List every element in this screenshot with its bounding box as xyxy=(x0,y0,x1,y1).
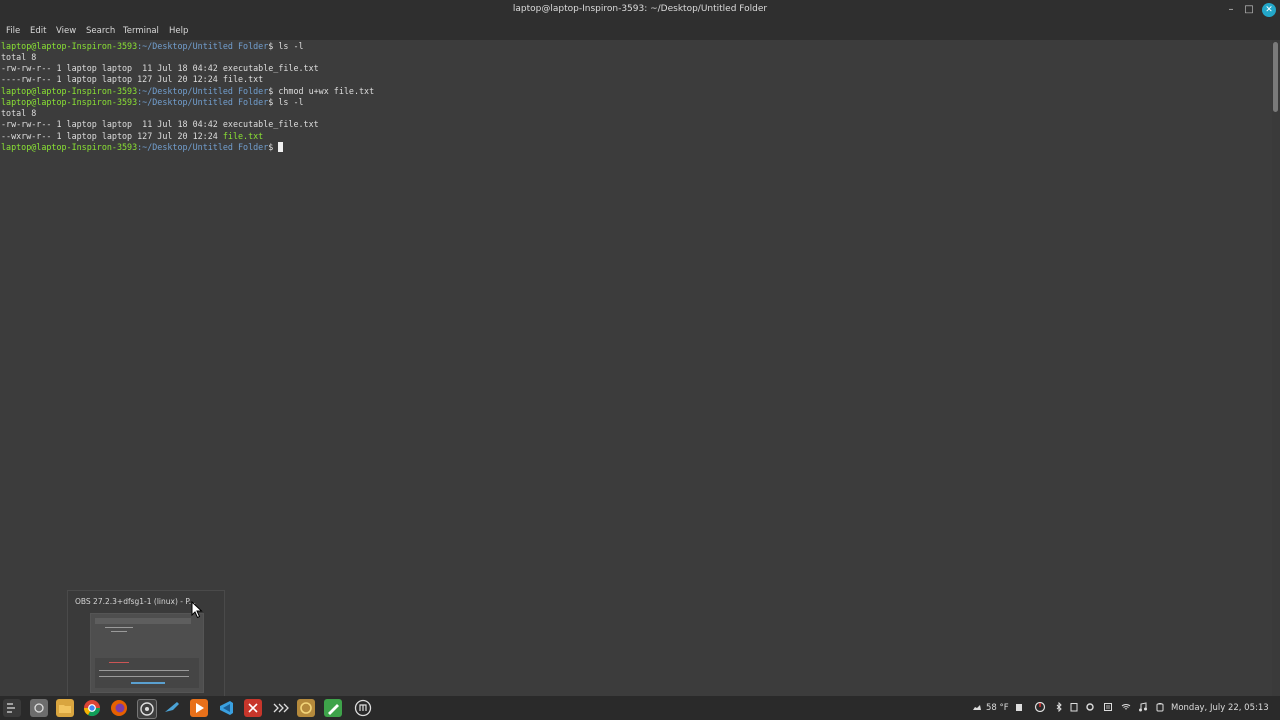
terminal-line: laptop@laptop-Inspiron-3593:~/Desktop/Un… xyxy=(1,142,284,153)
terminal-line: laptop@laptop-Inspiron-3593:~/Desktop/Un… xyxy=(1,97,304,107)
terminal-line: total 8 xyxy=(1,108,37,118)
settings-icon[interactable] xyxy=(1085,702,1095,712)
terminal-line: laptop@laptop-Inspiron-3593:~/Desktop/Un… xyxy=(1,86,375,96)
menu-bar: File Edit View Search Terminal Help xyxy=(0,21,1280,40)
media-player-icon[interactable] xyxy=(190,699,208,717)
terminal-line: -rw-rw-r-- 1 laptop laptop 11 Jul 18 04:… xyxy=(1,63,319,73)
network-icon[interactable] xyxy=(1121,702,1131,712)
preview-thumbnail[interactable] xyxy=(90,613,204,693)
firefox-icon[interactable] xyxy=(110,699,128,717)
maximize-button[interactable]: □ xyxy=(1242,3,1256,17)
files-icon[interactable] xyxy=(56,699,74,717)
menu-view[interactable]: View xyxy=(56,26,76,36)
menu-terminal[interactable]: Terminal xyxy=(123,26,159,36)
mouse-pointer-icon xyxy=(191,601,203,619)
scroll-thumb[interactable] xyxy=(1273,42,1278,112)
bluetooth-icon[interactable] xyxy=(1054,702,1064,712)
notes-icon[interactable] xyxy=(1103,702,1113,712)
menu-help[interactable]: Help xyxy=(169,26,188,36)
title-bar: laptop@laptop-Inspiron-3593: ~/Desktop/U… xyxy=(0,0,1280,21)
terminal-line: -rw-rw-r-- 1 laptop laptop 11 Jul 18 04:… xyxy=(1,119,319,129)
steam-icon[interactable] xyxy=(163,699,181,717)
text-editor-icon[interactable] xyxy=(324,699,342,717)
menu-search[interactable]: Search xyxy=(86,26,115,36)
obs-icon[interactable] xyxy=(137,699,157,719)
terminal-line: laptop@laptop-Inspiron-3593:~/Desktop/Un… xyxy=(1,41,304,51)
chrome-icon[interactable] xyxy=(83,699,101,717)
app-red-icon[interactable] xyxy=(244,699,262,717)
weather-temp[interactable]: 58 °F xyxy=(986,696,1009,720)
terminal-line: --wxrw-r-- 1 laptop laptop 127 Jul 20 12… xyxy=(1,131,264,141)
battery-icon[interactable] xyxy=(1155,702,1165,712)
power-icon[interactable] xyxy=(1033,702,1047,712)
preview-title: OBS 27.2.3+dfsg1-1 (linux) - P... xyxy=(75,597,196,606)
window-title: laptop@laptop-Inspiron-3593: ~/Desktop/U… xyxy=(512,4,768,14)
show-desktop-icon[interactable] xyxy=(30,699,48,717)
archive-icon[interactable] xyxy=(297,699,315,717)
vscode-icon[interactable] xyxy=(217,699,235,717)
menu-icon[interactable] xyxy=(3,699,21,717)
text-cursor xyxy=(278,142,284,152)
close-button[interactable]: ✕ xyxy=(1262,3,1276,17)
menu-edit[interactable]: Edit xyxy=(30,26,46,36)
clock[interactable]: Monday, July 22, 05:13 xyxy=(1171,696,1269,720)
terminal-scrollbar[interactable] xyxy=(1272,40,1280,696)
trash-icon[interactable] xyxy=(1014,702,1024,712)
sound-icon[interactable] xyxy=(1138,702,1148,712)
software-manager-icon[interactable] xyxy=(354,699,372,717)
taskbar: 58 °F Monday, July 22, 05:13 xyxy=(0,696,1280,720)
clipboard-icon[interactable] xyxy=(1069,702,1079,712)
menu-file[interactable]: File xyxy=(6,26,20,36)
terminal-line: total 8 xyxy=(1,52,37,62)
minimize-button[interactable]: – xyxy=(1224,3,1238,17)
weather-icon[interactable] xyxy=(972,702,982,712)
terminal-icon[interactable] xyxy=(271,699,289,717)
terminal-line: ----rw-r-- 1 laptop laptop 127 Jul 20 12… xyxy=(1,74,264,84)
